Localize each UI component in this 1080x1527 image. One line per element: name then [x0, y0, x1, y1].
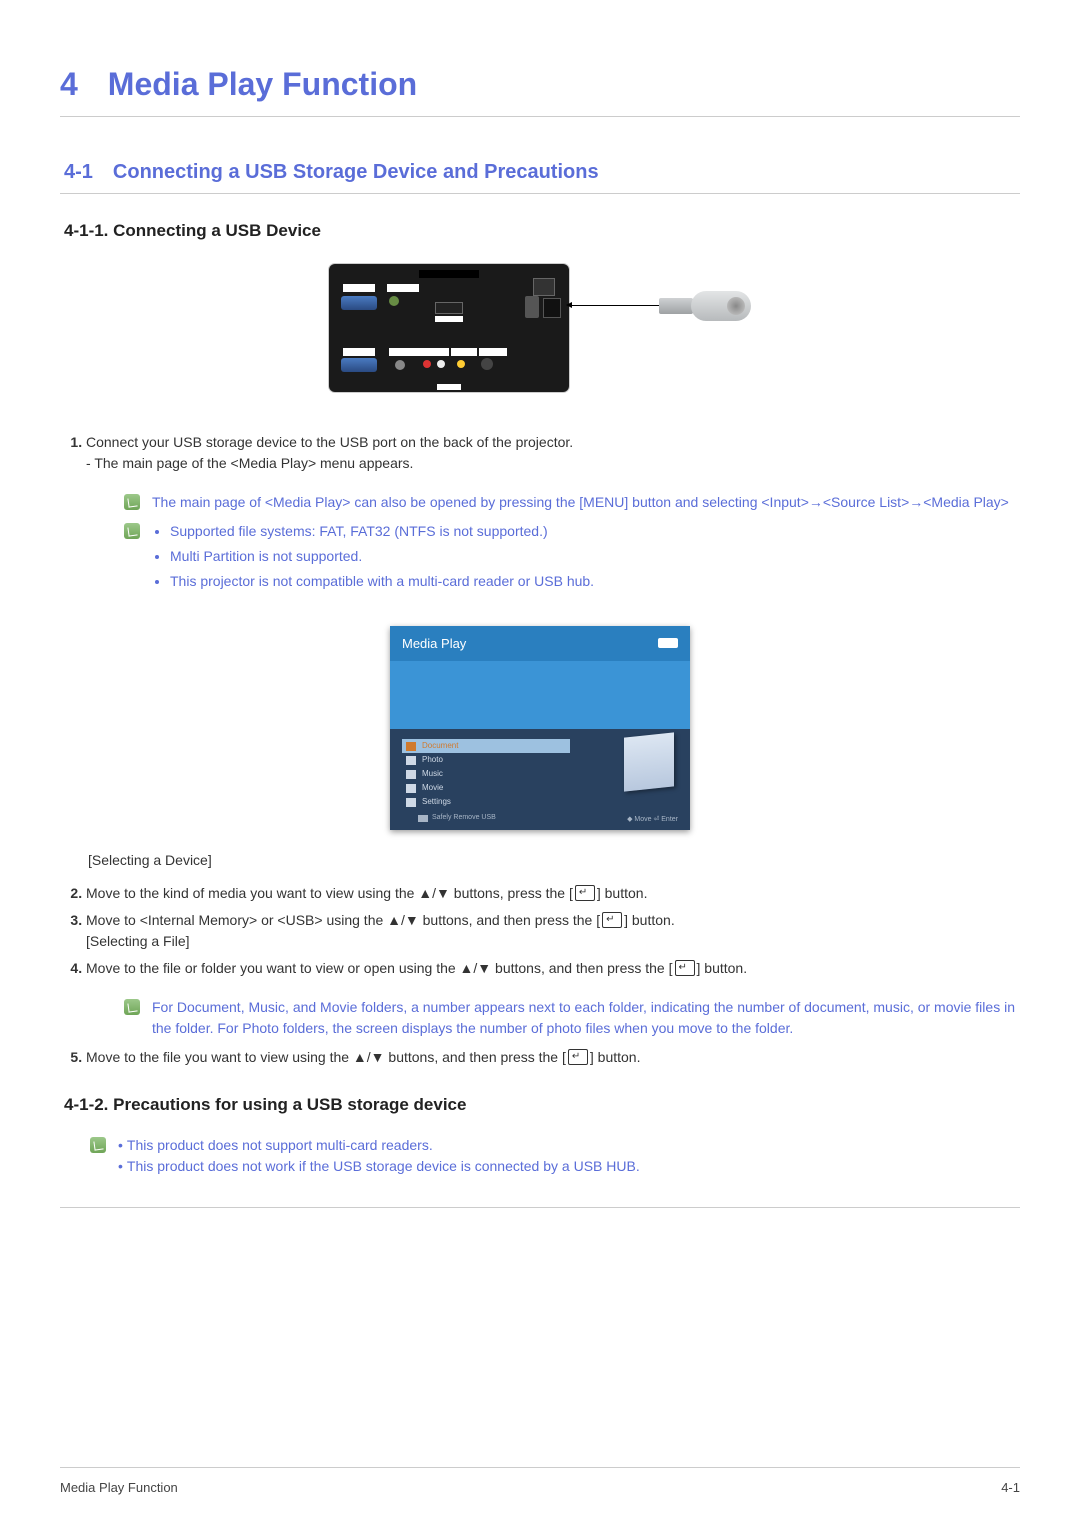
projector-rear-figure [60, 264, 1020, 392]
usb-port-icon [435, 302, 463, 314]
note-fs-1: Supported file systems: FAT, FAT32 (NTFS… [170, 521, 1020, 542]
note-icon [124, 999, 140, 1015]
note-open-menu: The main page of <Media Play> can also b… [124, 492, 1020, 513]
footer-left: Media Play Function [60, 1478, 178, 1498]
mediaplay-menu: Document Photo Music Movie Settings [402, 739, 552, 809]
note-fs-2: Multi Partition is not supported. [170, 546, 1020, 567]
subsection-4-1-1-title: 4-1-1. Connecting a USB Device [64, 218, 1020, 244]
caption-select-device: [Selecting a Device] [88, 850, 1020, 871]
precaution-2: This product does not work if the USB st… [118, 1156, 1020, 1177]
precaution-1: This product does not support multi-card… [118, 1135, 1020, 1156]
note-folder-count: For Document, Music, and Movie folders, … [124, 997, 1020, 1039]
arrow-left-icon [569, 305, 659, 306]
step-2: Move to the kind of media you want to vi… [86, 883, 1020, 904]
page-footer: Media Play Function 4-1 [60, 1467, 1020, 1498]
enter-icon [575, 885, 595, 901]
photo-icon [406, 756, 416, 765]
footer-right: 4-1 [1001, 1478, 1020, 1498]
enter-icon [568, 1049, 588, 1065]
usb-drive-icon [659, 291, 751, 321]
step-list-2: Move to the kind of media you want to vi… [60, 883, 1020, 979]
document-icon [406, 742, 416, 751]
note-icon [124, 494, 140, 510]
step-5: Move to the file you want to view using … [86, 1047, 1020, 1068]
enter-icon [602, 912, 622, 928]
chapter-title: Media Play Function [108, 60, 417, 108]
mediaplay-title: Media Play [402, 634, 466, 654]
precaution-list: This product does not support multi-card… [118, 1135, 1020, 1177]
movie-icon [406, 784, 416, 793]
note-fs-3: This projector is not compatible with a … [170, 571, 1020, 592]
step-1-sub: The main page of the <Media Play> menu a… [86, 455, 413, 471]
mediaplay-item-settings: Settings [402, 795, 552, 809]
note-folder-count-text: For Document, Music, and Movie folders, … [152, 997, 1020, 1039]
mediaplay-header: Media Play [390, 626, 690, 662]
projector-rear-panel [329, 264, 569, 392]
note-open-menu-text: The main page of <Media Play> can also b… [152, 492, 1020, 513]
step-list-5: Move to the file you want to view using … [60, 1047, 1020, 1068]
chapter-number: 4 [60, 60, 78, 108]
eject-icon [418, 815, 428, 822]
mediaplay-item-music: Music [402, 767, 552, 781]
step-1: Connect your USB storage device to the U… [86, 432, 1020, 474]
chapter-heading: 4 Media Play Function [60, 60, 1020, 117]
section-number: 4-1 [64, 157, 93, 187]
mediaplay-item-document: Document [402, 739, 570, 753]
step-3: Move to <Internal Memory> or <USB> using… [86, 910, 1020, 952]
section-title: Connecting a USB Storage Device and Prec… [113, 157, 599, 187]
section-heading: 4-1 Connecting a USB Storage Device and … [60, 157, 1020, 194]
mediaplay-item-photo: Photo [402, 753, 552, 767]
step-1-text: Connect your USB storage device to the U… [86, 434, 573, 450]
mediaplay-footer-hint: ◆ Move ⏎ Enter [627, 815, 678, 826]
step-list-1: Connect your USB storage device to the U… [60, 432, 1020, 474]
subsection-4-1-2-title: 4-1-2. Precautions for using a USB stora… [64, 1092, 1020, 1118]
caption-select-file: [Selecting a File] [86, 933, 190, 949]
usb-badge-icon [658, 638, 678, 648]
mediaplay-thumbnail [624, 732, 674, 791]
settings-icon [406, 798, 416, 807]
note-filesystems: Supported file systems: FAT, FAT32 (NTFS… [124, 521, 1020, 596]
enter-icon [675, 960, 695, 976]
note-precautions: This product does not support multi-card… [90, 1135, 1020, 1177]
note-icon [124, 523, 140, 539]
music-icon [406, 770, 416, 779]
note-icon [90, 1137, 106, 1153]
step-4: Move to the file or folder you want to v… [86, 958, 1020, 979]
note-fs-list: Supported file systems: FAT, FAT32 (NTFS… [152, 521, 1020, 592]
mediaplay-item-movie: Movie [402, 781, 552, 795]
media-play-screenshot: Media Play Document Photo Music Movie Se… [390, 626, 690, 830]
precaution-separator [60, 1207, 1020, 1208]
